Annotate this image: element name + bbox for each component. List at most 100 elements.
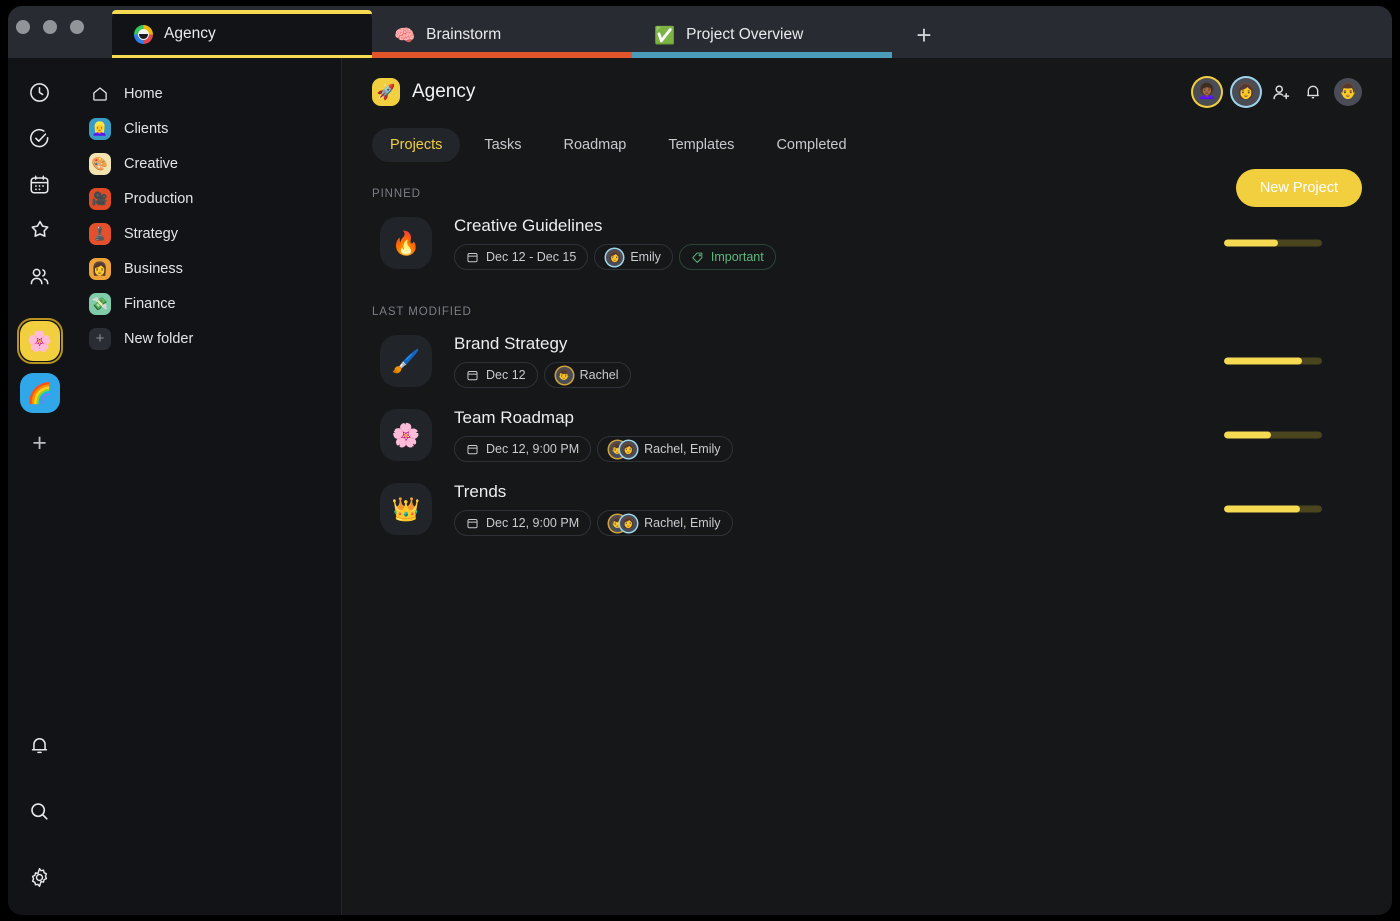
close-button[interactable] xyxy=(16,20,30,34)
minimize-button[interactable] xyxy=(43,20,57,34)
project-row[interactable]: 🌸 Team Roadmap Dec 12, 9:00 PM 👦 👩 Rache… xyxy=(372,398,1362,472)
folder-sidebar: Home 👱‍♀️ Clients 🎨 Creative 🎥 Productio… xyxy=(71,58,342,915)
add-person-icon[interactable] xyxy=(1271,82,1292,103)
section-label-pinned: PINNED xyxy=(372,188,421,200)
clients-folder-icon: 👱‍♀️ xyxy=(89,117,111,140)
tab-templates[interactable]: Templates xyxy=(650,128,752,162)
date-chip[interactable]: Dec 12 - Dec 15 xyxy=(454,244,589,270)
home-icon xyxy=(89,83,111,105)
project-title: Trends xyxy=(454,482,507,501)
bell-icon[interactable] xyxy=(1303,82,1323,102)
user-avatar[interactable]: 👨 xyxy=(1334,78,1362,106)
people-label: Rachel, Emily xyxy=(644,516,721,530)
people-chip[interactable]: 👩 Emily xyxy=(594,244,673,270)
rocket-emoji-icon: 🚀 xyxy=(372,78,400,106)
page-title: Agency xyxy=(412,81,476,102)
project-meta: Dec 12, 9:00 PM 👦 👩 Rachel, Emily xyxy=(454,436,733,462)
workspace-rainbow[interactable]: 🌈 xyxy=(19,373,60,413)
brain-emoji-icon: 🧠 xyxy=(394,25,416,45)
avatar: 👩 xyxy=(620,440,638,458)
app-window: Agency 🧠 Brainstorm ✅ Project Overview + xyxy=(8,6,1392,915)
main-content: 🚀 Agency 👩🏾‍🦱 👩 👨 xyxy=(342,58,1392,915)
sidebar-item-finance[interactable]: 💸 Finance xyxy=(71,286,341,321)
sidebar-item-strategy[interactable]: ♟️ Strategy xyxy=(71,216,341,251)
tab-strip: Agency 🧠 Brainstorm ✅ Project Overview + xyxy=(112,6,956,58)
workspace-agency[interactable]: 🌸 xyxy=(16,318,63,364)
clock-icon[interactable] xyxy=(18,70,62,114)
date-label: Dec 12, 9:00 PM xyxy=(486,442,580,456)
tab-completed[interactable]: Completed xyxy=(758,128,864,162)
people-label: Rachel xyxy=(579,368,619,382)
people-chip[interactable]: 👦 👩 Rachel, Emily xyxy=(597,510,733,536)
tab-tasks[interactable]: Tasks xyxy=(466,128,539,162)
tab-brainstorm[interactable]: 🧠 Brainstorm xyxy=(372,12,632,58)
plus-icon: + xyxy=(89,327,111,350)
avatar-stack: 👦 xyxy=(555,366,573,384)
tab-agency[interactable]: Agency xyxy=(112,10,372,58)
sidebar-item-clients[interactable]: 👱‍♀️ Clients xyxy=(71,111,341,146)
sidebar-item-business[interactable]: 👩 Business xyxy=(71,251,341,286)
tab-label: Project Overview xyxy=(686,26,804,43)
bell-icon[interactable] xyxy=(18,723,62,767)
maximize-button[interactable] xyxy=(70,20,84,34)
title-bar: Agency 🧠 Brainstorm ✅ Project Overview + xyxy=(8,6,1392,58)
workspace-agency-icon: 🌸 xyxy=(19,321,60,361)
progress-bar xyxy=(1224,505,1322,513)
icon-rail: 🌸 🌈 + xyxy=(8,58,71,915)
business-folder-icon: 👩 xyxy=(89,257,111,280)
sidebar-item-label: Finance xyxy=(124,295,176,312)
sidebar-item-label: Home xyxy=(124,85,163,102)
sidebar-item-label: Production xyxy=(124,190,194,207)
project-meta: Dec 12, 9:00 PM 👦 👩 Rachel, Emily xyxy=(454,510,733,536)
project-row-body: Brand Strategy Dec 12 👦 Rachel xyxy=(454,334,631,388)
star-icon[interactable] xyxy=(18,208,62,252)
member-avatar-2[interactable]: 👩 xyxy=(1232,78,1260,106)
agency-ring-icon xyxy=(134,24,153,44)
tab-roadmap[interactable]: Roadmap xyxy=(545,128,644,162)
project-meta: Dec 12 - Dec 15 👩 Emily Important xyxy=(454,244,776,270)
avatar-stack: 👦 👩 xyxy=(609,440,638,458)
tag-chip[interactable]: Important xyxy=(678,244,776,270)
new-project-button[interactable]: New Project xyxy=(1235,169,1362,207)
progress-bar xyxy=(1224,357,1322,365)
project-row[interactable]: 🔥 Creative Guidelines Dec 12 - Dec 15 👩 xyxy=(372,206,1362,280)
tag-label: Important xyxy=(710,250,764,264)
project-tabs: Projects Tasks Roadmap Templates Complet… xyxy=(372,128,1362,162)
finance-folder-icon: 💸 xyxy=(89,292,111,315)
project-row[interactable]: 🖌️ Brand Strategy Dec 12 👦 Rachel xyxy=(372,324,1362,398)
fire-emoji-icon: 🔥 xyxy=(380,217,432,269)
project-row[interactable]: 👑 Trends Dec 12, 9:00 PM 👦 👩 Rachel, Emi… xyxy=(372,472,1362,546)
paintbrush-emoji-icon: 🖌️ xyxy=(380,335,432,387)
sidebar-item-creative[interactable]: 🎨 Creative xyxy=(71,146,341,181)
tab-project-overview[interactable]: ✅ Project Overview xyxy=(632,12,892,58)
people-icon[interactable] xyxy=(18,254,62,298)
people-chip[interactable]: 👦 Rachel xyxy=(543,362,631,388)
date-chip[interactable]: Dec 12, 9:00 PM xyxy=(454,510,592,536)
sidebar-item-new-folder[interactable]: + New folder xyxy=(71,321,341,356)
crown-emoji-icon: 👑 xyxy=(380,483,432,535)
strategy-folder-icon: ♟️ xyxy=(89,222,111,245)
search-icon[interactable] xyxy=(18,789,62,833)
date-chip[interactable]: Dec 12 xyxy=(454,362,538,388)
check-circle-icon[interactable] xyxy=(18,116,62,160)
project-title: Brand Strategy xyxy=(454,334,568,353)
sidebar-item-label: New folder xyxy=(124,330,194,347)
sidebar-item-home[interactable]: Home xyxy=(71,76,341,111)
sidebar-item-production[interactable]: 🎥 Production xyxy=(71,181,341,216)
sidebar-item-label: Creative xyxy=(124,155,178,172)
add-workspace-button[interactable]: + xyxy=(32,429,47,458)
progress-bar xyxy=(1224,431,1322,439)
avatar-stack: 👩 xyxy=(606,248,624,266)
avatar-stack: 👦 👩 xyxy=(609,514,638,532)
calendar-icon[interactable] xyxy=(18,162,62,206)
window-controls[interactable] xyxy=(16,20,84,34)
avatar: 👩 xyxy=(606,248,624,266)
check-mark-button-emoji-icon: ✅ xyxy=(654,25,676,45)
people-chip[interactable]: 👦 👩 Rachel, Emily xyxy=(597,436,733,462)
new-tab-button[interactable]: + xyxy=(892,12,956,58)
tab-projects[interactable]: Projects xyxy=(372,128,461,162)
date-label: Dec 12 xyxy=(486,368,526,382)
date-chip[interactable]: Dec 12, 9:00 PM xyxy=(454,436,592,462)
member-avatar-1[interactable]: 👩🏾‍🦱 xyxy=(1193,78,1221,106)
gear-icon[interactable] xyxy=(18,855,62,899)
